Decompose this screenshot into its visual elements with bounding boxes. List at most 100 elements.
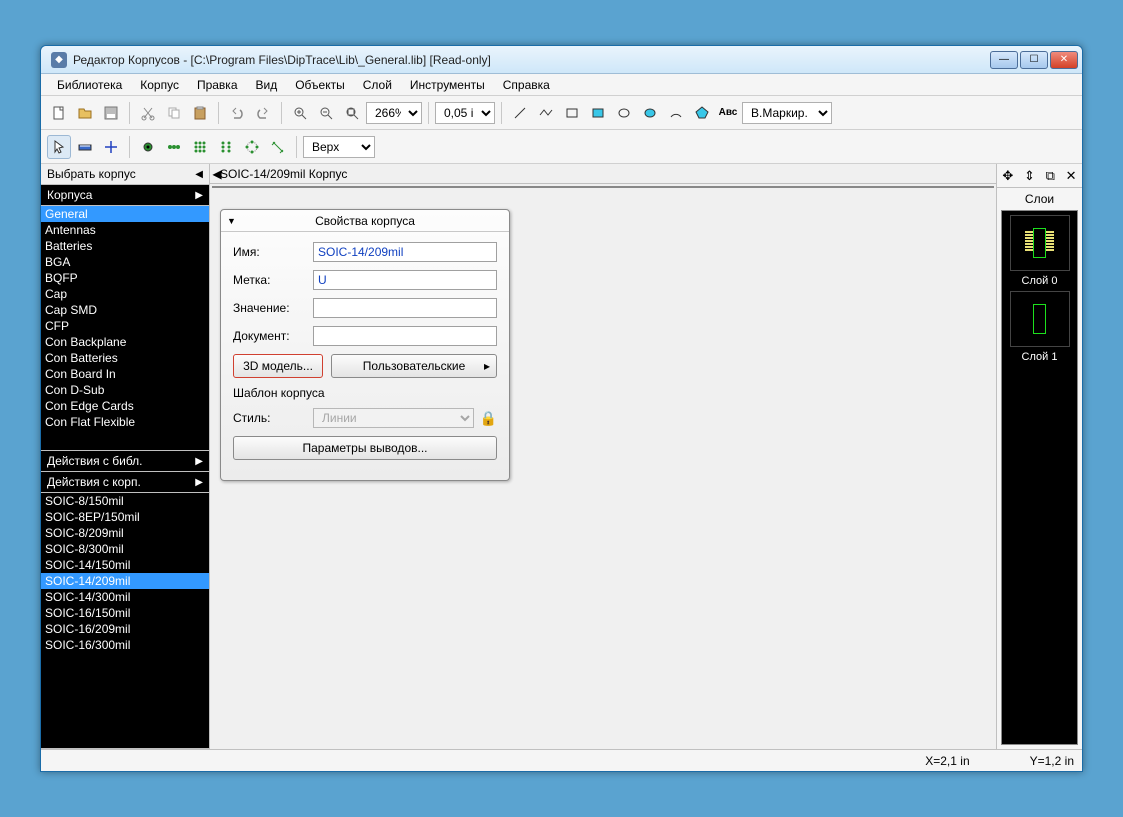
list-item[interactable]: General xyxy=(41,206,209,222)
redo-icon[interactable] xyxy=(251,101,275,125)
rect-tool-icon[interactable] xyxy=(560,101,584,125)
menu-Инструменты[interactable]: Инструменты xyxy=(402,76,493,94)
horizontal-scrollbar[interactable] xyxy=(213,186,993,187)
menu-Справка[interactable]: Справка xyxy=(495,76,558,94)
line-tool-icon[interactable] xyxy=(508,101,532,125)
menu-Вид[interactable]: Вид xyxy=(248,76,286,94)
group-icon[interactable]: ⧉ xyxy=(1046,168,1055,184)
pin-params-button[interactable]: Параметры выводов... xyxy=(233,436,497,460)
close-panel-icon[interactable]: ✕ xyxy=(1066,168,1077,184)
statusbar: X=2,1 in Y=1,2 in xyxy=(41,749,1082,771)
list-item[interactable]: Antennas xyxy=(41,222,209,238)
copy-icon[interactable] xyxy=(162,101,186,125)
pads-row-icon[interactable] xyxy=(162,135,186,159)
lib-actions-header[interactable]: Действия с библ. ▶ xyxy=(41,451,209,472)
user-fields-button[interactable]: Пользовательские▸ xyxy=(331,354,497,378)
marker-select[interactable]: В.Маркир. xyxy=(742,102,832,124)
zoom-out-icon[interactable] xyxy=(314,101,338,125)
text-tool-icon[interactable]: Авс xyxy=(716,101,740,125)
list-item[interactable]: SOIC-14/300mil xyxy=(41,589,209,605)
pkg-actions-header[interactable]: Действия с корп. ▶ xyxy=(41,472,209,493)
paste-icon[interactable] xyxy=(188,101,212,125)
list-item[interactable]: SOIC-8/300mil xyxy=(41,541,209,557)
list-item[interactable]: BQFP xyxy=(41,270,209,286)
canvas[interactable] xyxy=(212,186,994,188)
list-item[interactable]: Con Flat Flexible xyxy=(41,414,209,430)
properties-title-label: Свойства корпуса xyxy=(315,214,415,228)
new-icon[interactable] xyxy=(47,101,71,125)
menu-Слой[interactable]: Слой xyxy=(355,76,400,94)
choose-package-label: Выбрать корпус xyxy=(47,167,136,181)
cut-icon[interactable] xyxy=(136,101,160,125)
packages-list[interactable]: SOIC-8/150milSOIC-8EP/150milSOIC-8/209mi… xyxy=(41,493,209,749)
side-select[interactable]: Верх xyxy=(303,136,375,158)
fillrect-tool-icon[interactable] xyxy=(586,101,610,125)
dimension-icon[interactable] xyxy=(266,135,290,159)
list-item[interactable]: SOIC-16/150mil xyxy=(41,605,209,621)
menu-Объекты[interactable]: Объекты xyxy=(287,76,353,94)
pads-grid-icon[interactable] xyxy=(188,135,212,159)
zoom-in-icon[interactable] xyxy=(288,101,312,125)
undo-icon[interactable] xyxy=(225,101,249,125)
list-item[interactable]: CFP xyxy=(41,318,209,334)
list-item[interactable]: SOIC-14/209mil xyxy=(41,573,209,589)
layer-thumb-0[interactable] xyxy=(1010,215,1070,271)
list-item[interactable]: Cap SMD xyxy=(41,302,209,318)
pad-icon[interactable] xyxy=(136,135,160,159)
arc-tool-icon[interactable] xyxy=(664,101,688,125)
polyline-tool-icon[interactable] xyxy=(534,101,558,125)
collapse-left-icon[interactable]: ◀ xyxy=(195,169,203,180)
collapse-icon[interactable]: ⇕ xyxy=(1024,168,1035,184)
list-item[interactable]: Cap xyxy=(41,286,209,302)
list-item[interactable]: SOIC-8/209mil xyxy=(41,525,209,541)
origin-tool-icon[interactable] xyxy=(99,135,123,159)
menu-Библиотека[interactable]: Библиотека xyxy=(49,76,130,94)
pads-circle-icon[interactable] xyxy=(240,135,264,159)
save-icon[interactable] xyxy=(99,101,123,125)
grid-select[interactable]: 0,05 in xyxy=(435,102,495,124)
layer-label: Слой 1 xyxy=(1022,351,1058,363)
collapse-header-icon[interactable]: ◀ xyxy=(210,167,224,181)
list-item[interactable]: SOIC-14/150mil xyxy=(41,557,209,573)
move-icon[interactable]: ✥ xyxy=(1002,168,1013,184)
list-item[interactable]: Con D-Sub xyxy=(41,382,209,398)
pointer-tool-icon[interactable] xyxy=(47,135,71,159)
menu-Корпус[interactable]: Корпус xyxy=(132,76,187,94)
list-item[interactable]: BGA xyxy=(41,254,209,270)
properties-title[interactable]: ▼ Свойства корпуса xyxy=(221,210,509,232)
maximize-button[interactable]: ☐ xyxy=(1020,51,1048,69)
value-input[interactable] xyxy=(313,298,497,318)
chevron-right-icon: ▶ xyxy=(195,477,203,488)
choose-package-header[interactable]: Выбрать корпус ◀ xyxy=(41,164,209,185)
minimize-button[interactable]: — xyxy=(990,51,1018,69)
libraries-list[interactable]: GeneralAntennasBatteriesBGABQFPCapCap SM… xyxy=(41,206,209,451)
polygon-tool-icon[interactable] xyxy=(690,101,714,125)
list-item[interactable]: Con Edge Cards xyxy=(41,398,209,414)
ruler-tool-icon[interactable] xyxy=(73,135,97,159)
name-input[interactable] xyxy=(313,242,497,262)
3d-model-button[interactable]: 3D модель... xyxy=(233,354,323,378)
menu-Правка[interactable]: Правка xyxy=(189,76,246,94)
list-item[interactable]: Con Board In xyxy=(41,366,209,382)
mark-input[interactable] xyxy=(313,270,497,290)
list-item[interactable]: SOIC-16/209mil xyxy=(41,621,209,637)
libraries-header[interactable]: Корпуса ▶ xyxy=(41,185,209,206)
list-item[interactable]: Batteries xyxy=(41,238,209,254)
zoom-select[interactable]: 266% xyxy=(366,102,422,124)
layer-thumb-1[interactable] xyxy=(1010,291,1070,347)
pads-dual-icon[interactable] xyxy=(214,135,238,159)
fillellipse-tool-icon[interactable] xyxy=(638,101,662,125)
list-item[interactable]: SOIC-8EP/150mil xyxy=(41,509,209,525)
list-item[interactable]: SOIC-16/300mil xyxy=(41,637,209,653)
list-item[interactable]: Con Batteries xyxy=(41,350,209,366)
zoom-fit-icon[interactable] xyxy=(340,101,364,125)
close-button[interactable]: ✕ xyxy=(1050,51,1078,69)
list-item[interactable]: SOIC-8/150mil xyxy=(41,493,209,509)
list-item[interactable]: Con Backplane xyxy=(41,334,209,350)
titlebar[interactable]: ◆ Редактор Корпусов - [C:\Program Files\… xyxy=(41,46,1082,74)
ellipse-tool-icon[interactable] xyxy=(612,101,636,125)
doc-input[interactable] xyxy=(313,326,497,346)
lock-icon[interactable]: 🔒 xyxy=(480,410,497,427)
open-icon[interactable] xyxy=(73,101,97,125)
triangle-down-icon[interactable]: ▼ xyxy=(227,216,236,226)
